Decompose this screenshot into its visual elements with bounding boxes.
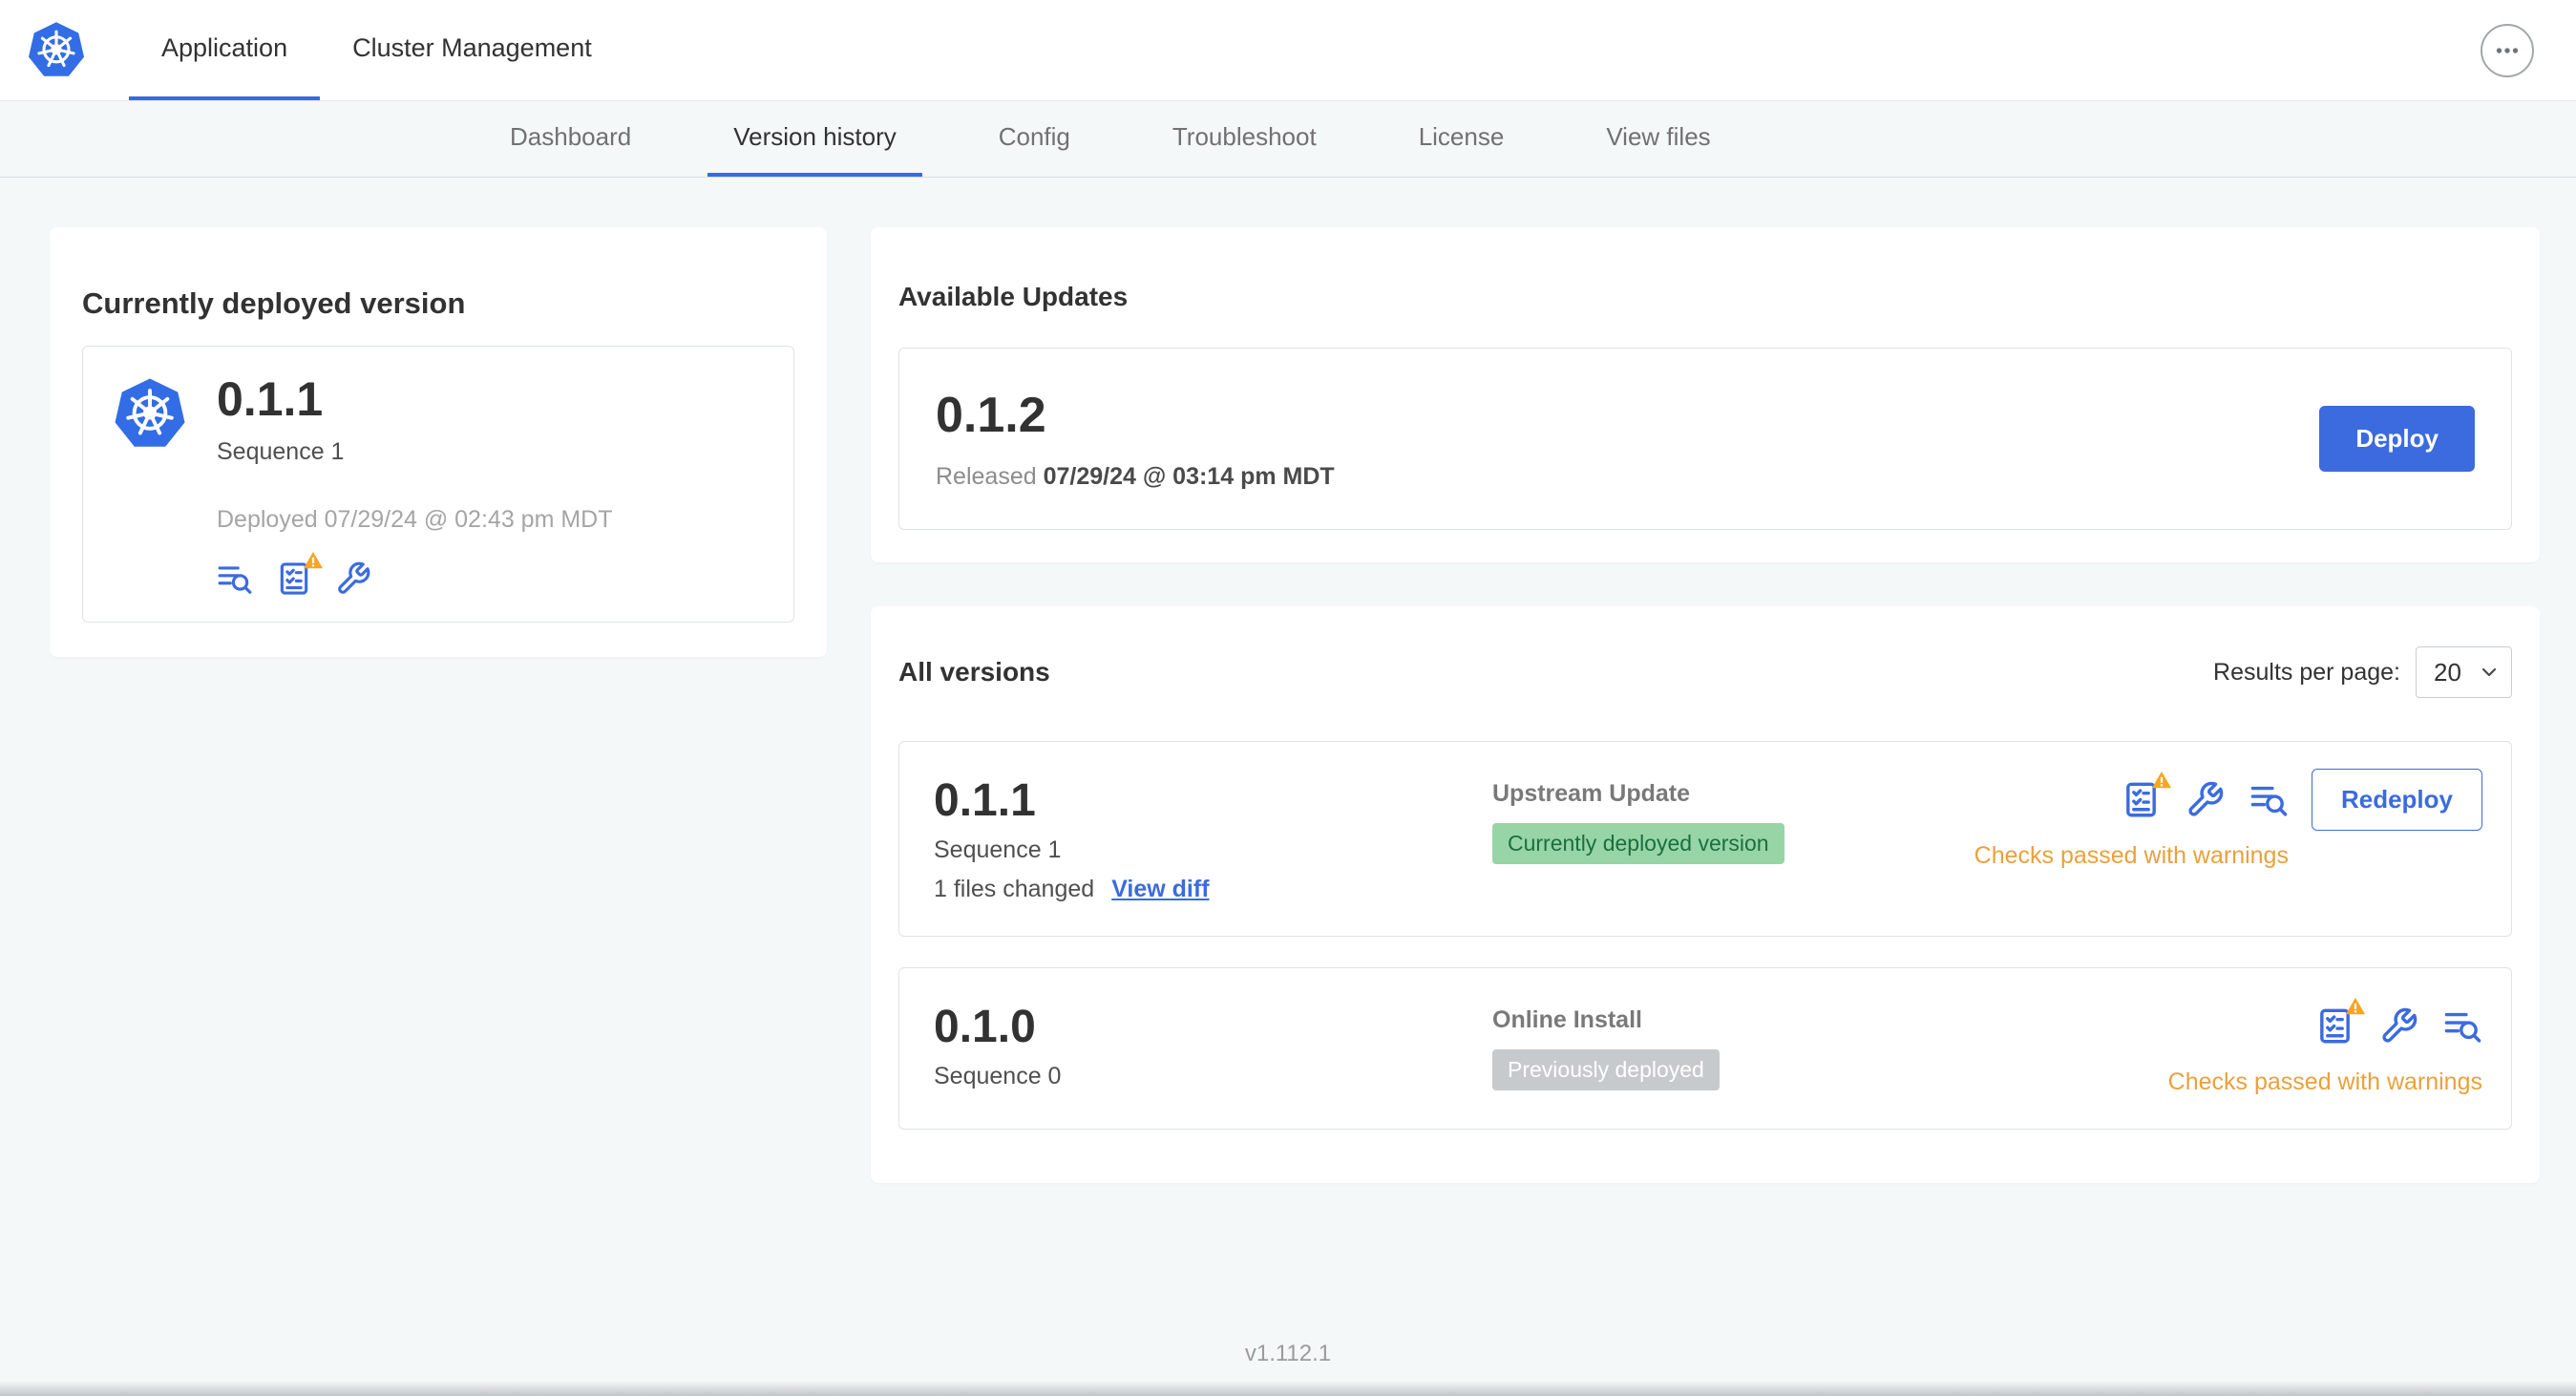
release-notes-icon[interactable] <box>2249 780 2289 819</box>
all-versions-header: All versions Results per page: 20 <box>898 635 2512 709</box>
version-action-icons <box>2315 1001 2482 1046</box>
primary-nav: Application Cluster Management <box>129 0 624 100</box>
release-notes-icon[interactable] <box>217 561 253 597</box>
right-column: Available Updates 0.1.2 Released 07/29/2… <box>871 227 2540 1183</box>
version-source-label: Upstream Update <box>1492 779 1690 807</box>
checks-status-text: Checks passed with warnings <box>1974 841 2289 869</box>
config-icon[interactable] <box>2379 1006 2418 1046</box>
deploy-button[interactable]: Deploy <box>2319 406 2475 473</box>
version-source-label: Online Install <box>1492 1005 1642 1033</box>
tab-application[interactable]: Application <box>129 0 321 100</box>
update-card: 0.1.2 Released 07/29/24 @ 03:14 pm MDT D… <box>898 348 2512 531</box>
version-row: 0.1.0 Sequence 0 Online Install Previous… <box>898 966 2512 1130</box>
version-icons-stack: Checks passed with warnings <box>2168 1001 2482 1096</box>
available-updates-panel: Available Updates 0.1.2 Released 07/29/2… <box>871 227 2540 563</box>
version-sequence: Sequence 1 <box>934 835 1062 863</box>
checks-status-text: Checks passed with warnings <box>2167 1068 2482 1095</box>
deployed-version-card: 0.1.1 Sequence 1 Deployed 07/29/24 @ 02:… <box>82 345 794 623</box>
config-icon[interactable] <box>2185 780 2225 819</box>
released-timestamp: 07/29/24 @ 03:14 pm MDT <box>1043 463 1335 491</box>
version-row-actions: Checks passed with warnings Redeploy <box>1974 768 2482 870</box>
results-per-page: Results per page: 20 <box>2213 646 2512 699</box>
warning-icon <box>303 550 324 571</box>
subnav-tab-troubleshoot[interactable]: Troubleshoot <box>1147 101 1342 177</box>
deployed-version-details: 0.1.1 Sequence 1 Deployed 07/29/24 @ 02:… <box>217 370 613 597</box>
version-row-source: Online Install Previously deployed <box>1492 1001 2168 1090</box>
files-changed-label: 1 files changed <box>934 875 1095 902</box>
view-diff-link[interactable]: View diff <box>1111 876 1209 903</box>
version-row-source: Upstream Update Currently deployed versi… <box>1492 774 1974 864</box>
version-number: 0.1.0 <box>934 1001 1036 1052</box>
bottom-edge-strip <box>0 1381 2576 1396</box>
currently-deployed-title: Currently deployed version <box>82 286 466 320</box>
version-number: 0.1.1 <box>934 774 1036 826</box>
update-released-line: Released 07/29/24 @ 03:14 pm MDT <box>936 463 1335 491</box>
version-row-info: 0.1.1 Sequence 1 1 files changed View di… <box>934 774 1492 903</box>
subnav-tab-version-history[interactable]: Version history <box>707 101 922 177</box>
overflow-menu-button[interactable] <box>2481 23 2534 77</box>
preflight-checks-icon[interactable] <box>2315 1006 2354 1046</box>
status-badge: Currently deployed version <box>1492 822 1784 864</box>
results-per-page-select-wrap: 20 <box>2416 646 2512 699</box>
subnav-tab-license[interactable]: License <box>1393 101 1531 177</box>
kubernetes-logo-icon <box>27 21 86 80</box>
released-label: Released <box>936 463 1037 491</box>
warning-icon <box>2151 770 2172 791</box>
update-version-number: 0.1.2 <box>936 388 1046 444</box>
status-badge: Previously deployed <box>1492 1048 1720 1090</box>
version-sequence: Sequence 0 <box>934 1062 1062 1089</box>
version-icons-stack: Checks passed with warnings <box>1974 774 2289 870</box>
deployed-timestamp: Deployed 07/29/24 @ 02:43 pm MDT <box>217 505 613 533</box>
results-per-page-label: Results per page: <box>2213 658 2400 686</box>
subnav-tab-config[interactable]: Config <box>973 101 1096 177</box>
preflight-checks-icon[interactable] <box>276 561 312 597</box>
main-content: Currently deployed version 0.1.1 Sequenc… <box>0 178 2576 1183</box>
warning-icon <box>2345 996 2366 1017</box>
redeploy-button[interactable]: Redeploy <box>2311 768 2482 831</box>
version-row-info: 0.1.0 Sequence 0 <box>934 1001 1492 1090</box>
version-row: 0.1.1 Sequence 1 1 files changed View di… <box>898 740 2512 937</box>
version-action-icons <box>2122 774 2289 819</box>
deployed-action-icons <box>217 561 613 597</box>
version-row-actions: Checks passed with warnings <box>2168 1001 2482 1096</box>
app-subnav: Dashboard Version history Config Trouble… <box>0 101 2576 178</box>
version-files-line: 1 files changed View diff <box>934 876 1492 903</box>
kubernetes-app-icon <box>113 377 187 452</box>
all-versions-title: All versions <box>898 657 1050 687</box>
tab-cluster-management[interactable]: Cluster Management <box>320 0 624 100</box>
all-versions-panel: All versions Results per page: 20 0.1.1 … <box>871 606 2540 1183</box>
ellipsis-icon <box>2491 34 2523 67</box>
subnav-tab-view-files[interactable]: View files <box>1580 101 1736 177</box>
deployed-version-number: 0.1.1 <box>217 371 324 426</box>
subnav-tab-dashboard[interactable]: Dashboard <box>484 101 657 177</box>
results-per-page-select[interactable]: 20 <box>2416 646 2512 699</box>
preflight-checks-icon[interactable] <box>2122 780 2161 819</box>
update-info: 0.1.2 Released 07/29/24 @ 03:14 pm MDT <box>936 387 1335 491</box>
top-header: Application Cluster Management <box>0 0 2576 101</box>
available-updates-title: Available Updates <box>898 282 1129 312</box>
deployed-sequence: Sequence 1 <box>217 437 345 465</box>
currently-deployed-panel: Currently deployed version 0.1.1 Sequenc… <box>50 227 827 657</box>
config-icon[interactable] <box>335 561 371 597</box>
app-version-footer: v1.112.1 <box>1244 1341 1332 1366</box>
release-notes-icon[interactable] <box>2443 1006 2482 1046</box>
